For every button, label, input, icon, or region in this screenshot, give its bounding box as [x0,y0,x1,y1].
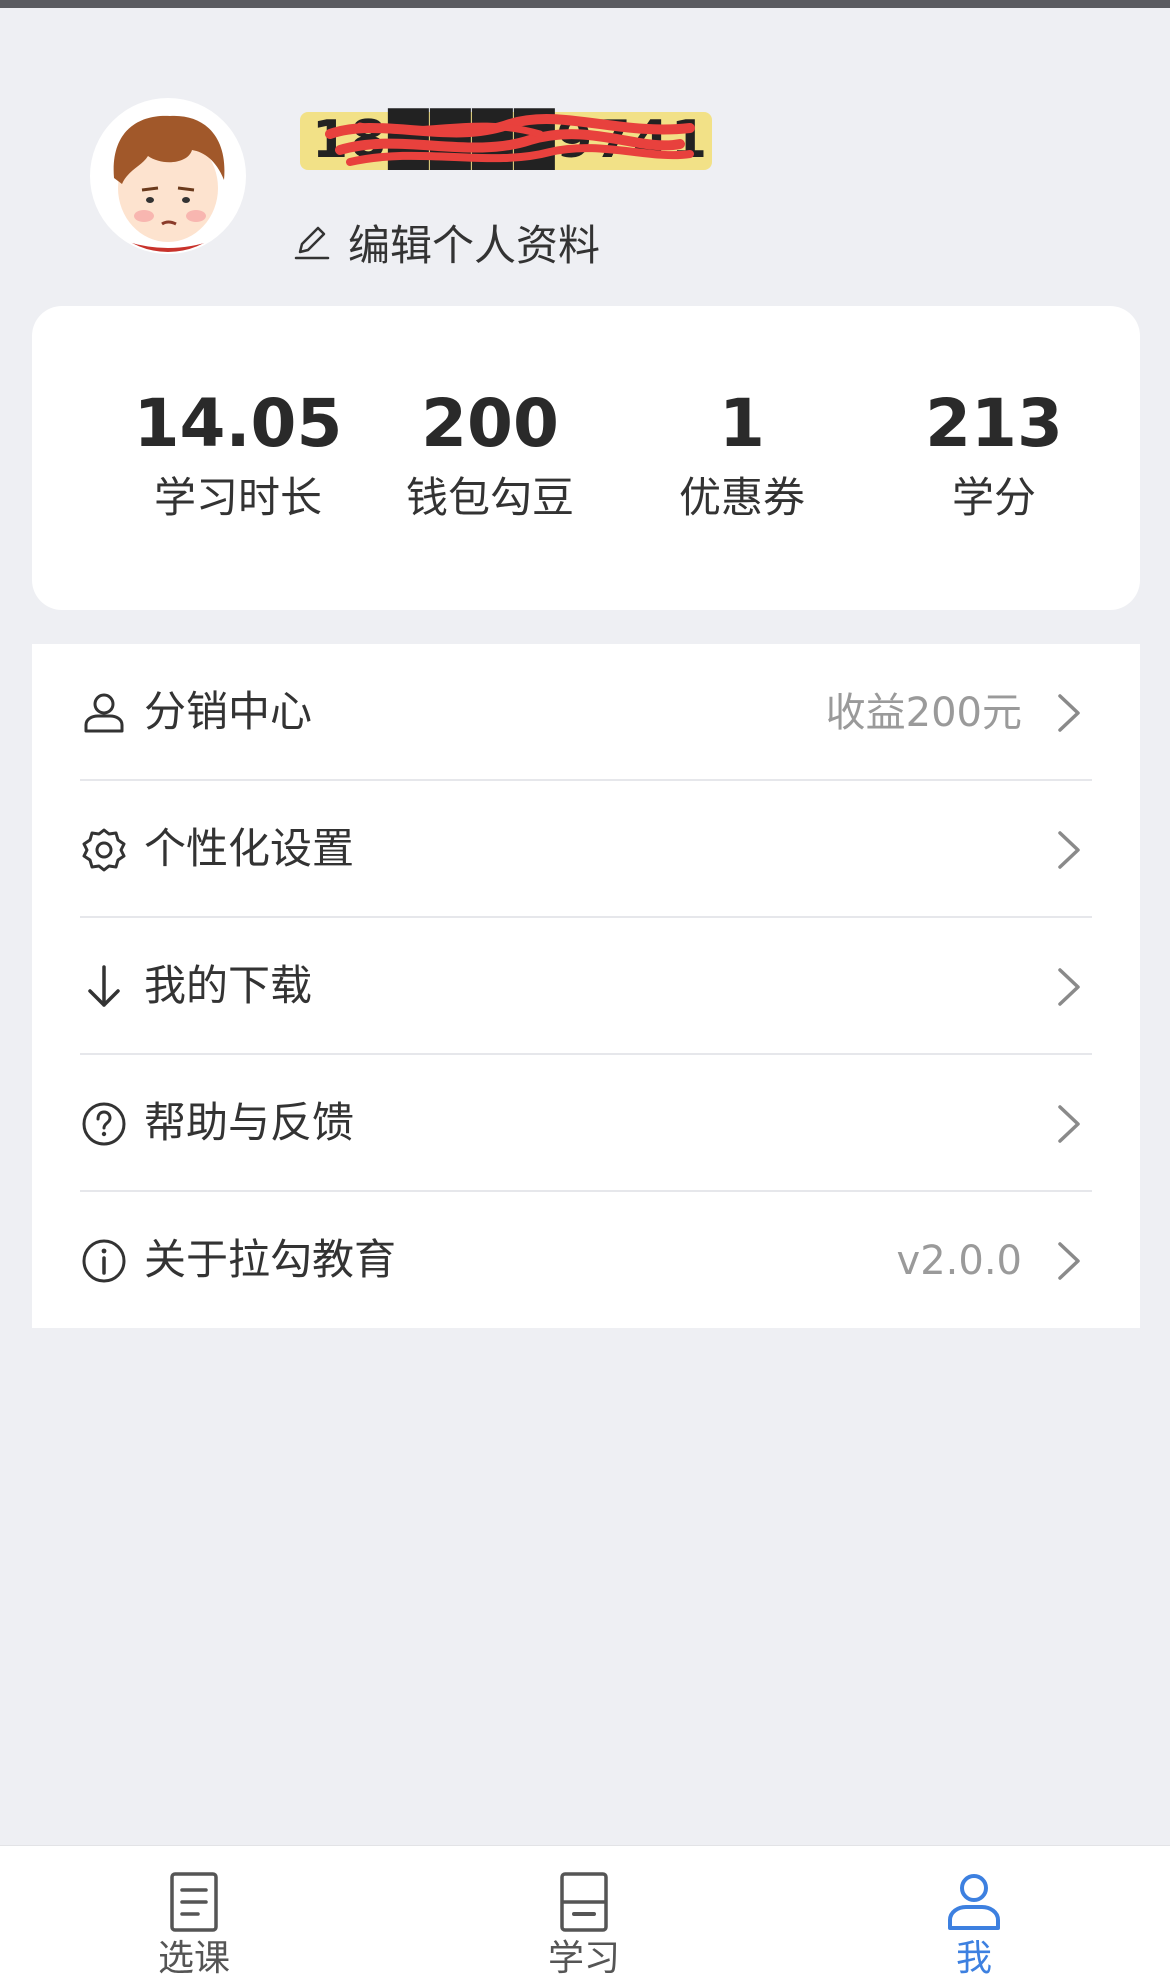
chevron-right-icon [1058,1105,1080,1143]
help-icon [82,1102,126,1146]
menu-label: 帮助与反馈 [144,1098,355,1147]
stat-label: 学习时长 [153,473,322,522]
stat-value: 14.05 [133,385,343,462]
chevron-right-icon [1058,1242,1080,1280]
stat-label: 学分 [951,473,1036,522]
tab-label: 选课 [157,1938,230,1979]
avatar-image [92,100,244,252]
stat-wallet-beans[interactable]: 200 钱包勾豆 [370,384,610,528]
stat-value: 213 [925,385,1063,462]
stat-coupons[interactable]: 1 优惠券 [622,384,862,528]
menu-item-help-feedback[interactable]: 帮助与反馈 [32,1055,1140,1192]
edit-profile-button[interactable]: 编辑个人资料 [292,212,600,272]
avatar[interactable] [92,100,244,252]
menu-item-personalization[interactable]: 个性化设置 [32,781,1140,918]
stat-value: 1 [719,385,765,462]
info-icon [82,1239,126,1283]
tab-me[interactable]: 我 [894,1846,1054,1981]
pencil-icon [294,226,330,260]
tab-courses[interactable]: 选课 [114,1846,274,1981]
username: 18████9741 [300,106,720,178]
stat-label: 钱包勾豆 [405,473,574,522]
chevron-right-icon [1058,831,1080,869]
settings-menu: 分销中心 收益200元 个性化设置 我的下载 帮助与反馈 关于拉勾教育 v2.0… [32,644,1140,1328]
tab-label: 学习 [547,1938,620,1979]
stat-credits[interactable]: 213 学分 [874,384,1114,528]
menu-item-about[interactable]: 关于拉勾教育 v2.0.0 [32,1192,1140,1329]
bottom-tab-bar: 选课 学习 我 [0,1845,1170,1981]
menu-label: 关于拉勾教育 [144,1235,397,1284]
stat-study-time[interactable]: 14.05 学习时长 [118,384,358,528]
menu-item-my-downloads[interactable]: 我的下载 [32,918,1140,1055]
menu-item-distribution-center[interactable]: 分销中心 收益200元 [32,644,1140,781]
stats-card: 14.05 学习时长 200 钱包勾豆 1 优惠券 213 学分 [32,306,1140,610]
gear-icon [82,828,126,872]
chevron-right-icon [1058,694,1080,732]
menu-label: 个性化设置 [144,824,355,873]
menu-label: 我的下载 [144,961,313,1010]
document-icon [170,1872,218,1932]
version-value: v2.0.0 [896,1238,1022,1284]
redaction-scribble [325,113,695,166]
tab-label: 我 [955,1938,992,1979]
earnings-value: 收益200元 [825,690,1022,736]
user-icon [84,693,124,733]
person-icon [948,1874,1000,1930]
stat-label: 优惠券 [678,473,805,522]
chevron-right-icon [1058,968,1080,1006]
menu-label: 分销中心 [144,687,313,736]
stat-value: 200 [421,385,559,462]
tab-study[interactable]: 学习 [504,1846,664,1981]
study-icon [560,1872,608,1932]
edit-profile-label: 编辑个人资料 [348,220,601,270]
download-icon [88,965,120,1007]
status-bar [0,0,1170,8]
